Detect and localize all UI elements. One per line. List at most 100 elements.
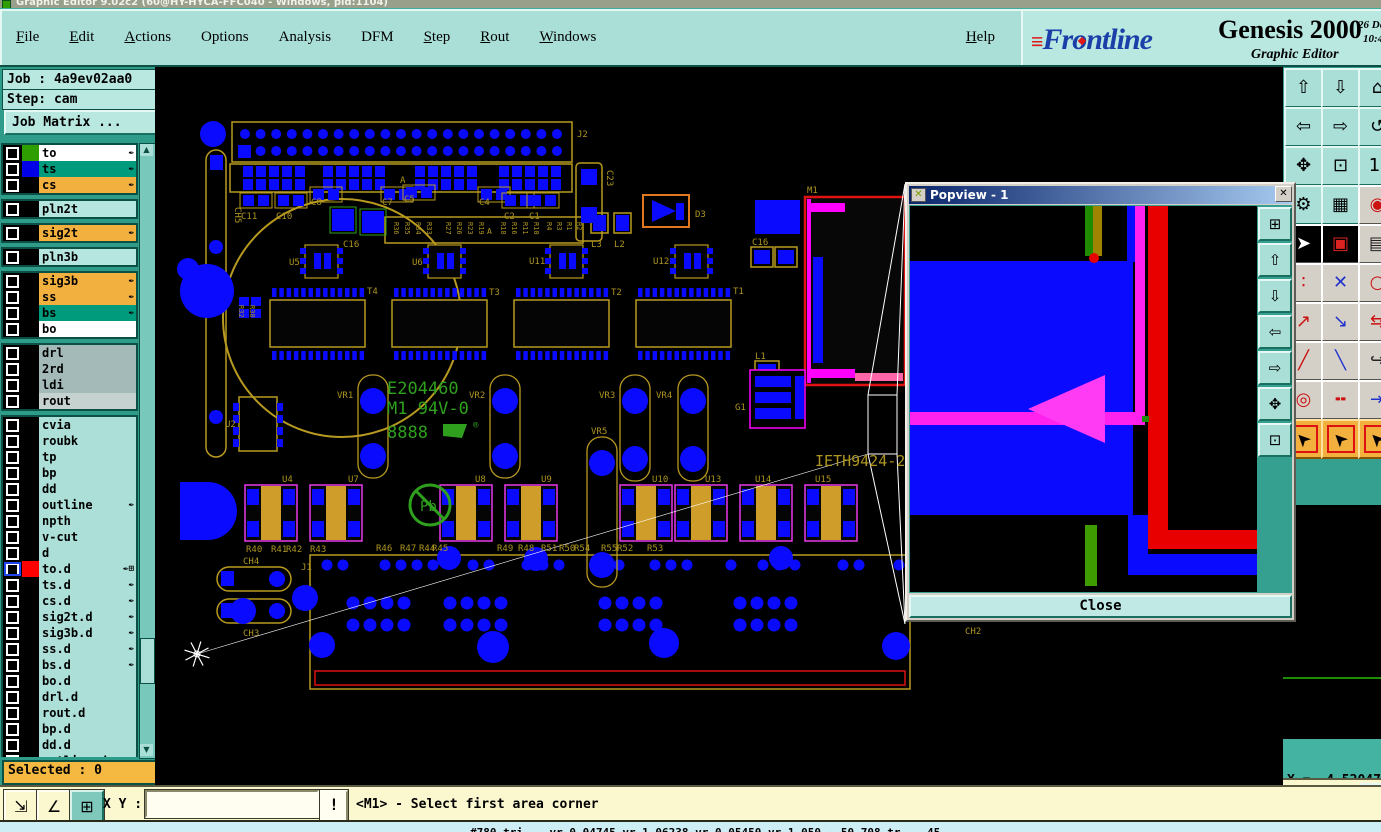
layer-row-cvia[interactable]: cvia [3,417,136,433]
layer-row-rout.d[interactable]: rout.d [3,705,136,721]
rotate-left-button[interactable]: ↺ [1358,107,1381,147]
layer-checkbox-dd[interactable] [3,481,22,497]
layer-row-roubk[interactable]: roubk [3,433,136,449]
pan-right-button[interactable]: ⇨ [1258,351,1292,385]
select-mode-3-button[interactable]: ➤ [1358,419,1381,459]
menu-help[interactable]: Help [966,29,995,46]
layer-checkbox-ss.d[interactable] [3,641,22,657]
measure-step-button[interactable]: ⇥ [1358,380,1381,420]
layer-checkbox-outline.d[interactable] [3,753,22,757]
pan-down-button[interactable]: ⇩ [1321,68,1360,108]
popview-close-button[interactable]: Close [909,595,1292,618]
layer-checkbox-d[interactable] [3,545,22,561]
zoom-1-1-button[interactable]: 1: [1358,146,1381,186]
netlist-button[interactable]: ◉ [1358,185,1381,225]
layer-checkbox-cvia[interactable] [3,417,22,433]
layer-checkbox-rout[interactable] [3,393,22,409]
layer-row-bp.d[interactable]: bp.d [3,721,136,737]
menu-analysis[interactable]: Analysis [279,29,332,46]
layer-checkbox-bo[interactable] [3,321,22,337]
measure-pair-button[interactable]: ⇆ [1358,302,1381,342]
layer-checkbox-2rd[interactable] [3,361,22,377]
layer-row-ts[interactable]: ts ✒ [3,161,136,177]
delete-object-button[interactable]: ✕ [1321,263,1360,303]
menu-options[interactable]: Options [201,29,249,46]
tile-grid-button[interactable]: ⊞ [69,789,105,823]
layer-row-ts.d[interactable]: ts.d ✒ [3,577,136,593]
layer-checkbox-bs.d[interactable] [3,657,22,673]
zoom-center-button[interactable]: ⊡ [1258,423,1292,457]
zoom-fit-button[interactable]: ✥ [1284,146,1323,186]
layer-row-drl[interactable]: drl [3,345,136,361]
layer-row-d[interactable]: d [3,545,136,561]
window-titlebar[interactable]: Graphic Editor 9.02c2 (60@HY-HYCA-FFC040… [0,0,1381,8]
pan-up-button[interactable]: ⇧ [1284,68,1323,108]
layer-checkbox-npth[interactable] [3,513,22,529]
layer-checkbox-outline[interactable] [3,497,22,513]
layer-row-pln2t[interactable]: pln2t [3,201,136,217]
layer-row-tp[interactable]: tp [3,449,136,465]
line-diag-blue-button[interactable]: ╲ [1321,341,1360,381]
navigator-pane[interactable]: ✕ [1283,505,1381,740]
layer-row-outline[interactable]: outline ✒ [3,497,136,513]
layer-checkbox-ts[interactable] [3,161,22,177]
arc-arrows-button[interactable]: ↪ [1358,341,1381,381]
menu-actions[interactable]: Actions [124,29,171,46]
layer-row-rout[interactable]: rout [3,393,136,409]
layer-checkbox-bs[interactable] [3,305,22,321]
layer-checkbox-to.d[interactable] [3,561,22,577]
layer-checkbox-bp[interactable] [3,465,22,481]
home-view-button[interactable]: ⌂ [1358,68,1381,108]
layer-row-cs.d[interactable]: cs.d ✒ [3,593,136,609]
measure-angle-button[interactable]: ∠ [36,789,72,823]
layer-row-npth[interactable]: npth [3,513,136,529]
layer-row-v-cut[interactable]: v-cut [3,529,136,545]
layer-checkbox-drl.d[interactable] [3,689,22,705]
layer-row-to.d[interactable]: to.d ✒⊞ [3,561,136,577]
layer-checkbox-cs[interactable] [3,177,22,193]
layer-row-ss[interactable]: ss ✒ [3,289,136,305]
menu-edit[interactable]: Edit [69,29,94,46]
popview-duplicate-button[interactable]: ⊞ [1258,207,1292,241]
layer-checkbox-ss[interactable] [3,289,22,305]
layer-checkbox-v-cut[interactable] [3,529,22,545]
ruler-button[interactable]: ▤ [1358,224,1381,264]
layer-row-ss.d[interactable]: ss.d ✒ [3,641,136,657]
layer-checkbox-bo.d[interactable] [3,673,22,689]
zoom-area-button[interactable]: ▣ [1321,224,1360,264]
layer-checkbox-roubk[interactable] [3,433,22,449]
pan-up-button[interactable]: ⇧ [1258,243,1292,277]
layer-row-dd[interactable]: dd [3,481,136,497]
layer-row-sig2t[interactable]: sig2t ✒ [3,225,136,241]
popview-close-icon[interactable]: ✕ [1275,186,1292,202]
layer-row-bo[interactable]: bo [3,321,136,337]
menu-file[interactable]: File [16,29,39,46]
menu-rout[interactable]: Rout [480,29,509,46]
popview-titlebar[interactable]: ✕ Popview - 1 [909,186,1292,204]
layer-row-bp[interactable]: bp [3,465,136,481]
layer-row-bs[interactable]: bs ✒ [3,305,136,321]
layer-row-drl.d[interactable]: drl.d [3,689,136,705]
layer-row-sig3b.d[interactable]: sig3b.d ✒ [3,625,136,641]
job-matrix-button[interactable]: Job Matrix ... [4,110,158,135]
layer-row-outline.d[interactable]: outline.d✒ [3,753,136,757]
layer-row-sig3b[interactable]: sig3b ✒ [3,273,136,289]
layer-checkbox-sig2t[interactable] [3,225,22,241]
layer-row-bs.d[interactable]: bs.d ✒ [3,657,136,673]
screen-corner-arrow-button[interactable]: ⇲ [3,789,39,823]
layer-row-dd.d[interactable]: dd.d [3,737,136,753]
snap-grid-button[interactable]: ▦ [1321,185,1360,225]
layer-row-to[interactable]: to ✒ [3,145,136,161]
xy-input[interactable] [144,789,320,819]
zoom-fit-button[interactable]: ✥ [1258,387,1292,421]
layer-checkbox-bp.d[interactable] [3,721,22,737]
layer-row-bo.d[interactable]: bo.d [3,673,136,689]
layer-checkbox-dd.d[interactable] [3,737,22,753]
layer-checkbox-rout.d[interactable] [3,705,22,721]
scroll-down-icon[interactable]: ▼ [140,744,153,756]
layer-row-cs[interactable]: cs ✒ [3,177,136,193]
popview-viewport[interactable] [910,206,1257,592]
zoom-center-button[interactable]: ⊡ [1321,146,1360,186]
layer-checkbox-sig3b.d[interactable] [3,625,22,641]
layer-checkbox-to[interactable] [3,145,22,161]
